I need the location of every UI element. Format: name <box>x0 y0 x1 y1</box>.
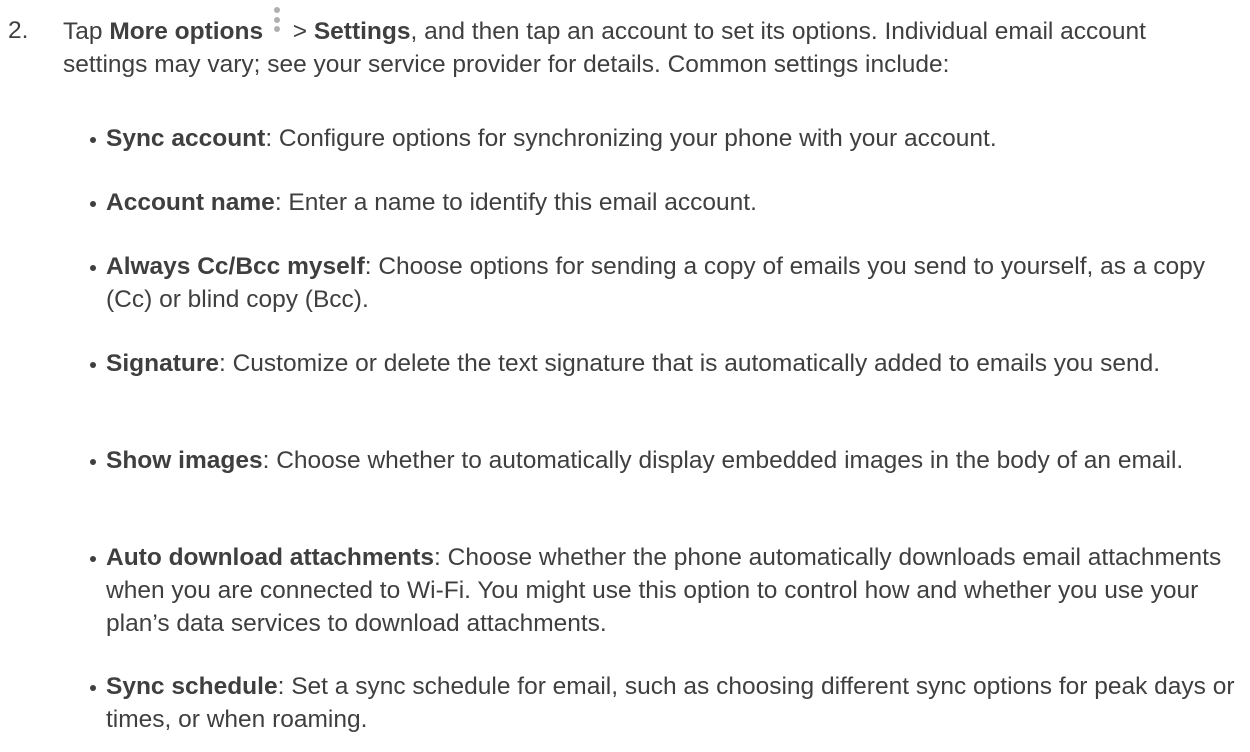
more-options-label: More options <box>109 18 264 45</box>
bullet-icon <box>90 265 96 271</box>
vertical-ellipsis-icon <box>272 7 282 40</box>
bullet-icon <box>90 201 96 207</box>
setting-term: Auto download attachments <box>106 544 435 571</box>
setting-description: : Choose whether to automatically displa… <box>262 447 1184 474</box>
list-item-text: Sync schedule: Set a sync schedule for e… <box>106 670 1236 736</box>
setting-description: : Customize or delete the text signature… <box>219 350 1161 377</box>
bullet-icon <box>90 556 96 562</box>
setting-term: Show images <box>106 447 263 474</box>
bullet-icon <box>90 362 96 368</box>
setting-term: Sync schedule <box>106 673 278 700</box>
step-number: 2. <box>8 17 29 44</box>
list-item-text: Account name: Enter a name to identify t… <box>106 186 1236 219</box>
setting-term: Account name <box>106 189 275 216</box>
step-2: 2. Tap More options > Settings, and then… <box>0 7 1230 81</box>
list-item-text: Signature: Customize or delete the text … <box>106 347 1236 380</box>
step-instruction: Tap More options > Settings, and then ta… <box>63 7 1223 81</box>
step-text-part1: Tap <box>63 18 110 45</box>
setting-description: : Configure options for synchronizing yo… <box>265 125 997 152</box>
list-item-text: Auto download attachments: Choose whethe… <box>106 541 1236 640</box>
bullet-icon <box>90 459 96 465</box>
bullet-icon <box>90 685 96 691</box>
setting-term: Signature <box>106 350 219 377</box>
setting-term: Always Cc/Bcc myself <box>106 253 365 280</box>
step-text-part2: > <box>285 18 314 45</box>
settings-label: Settings <box>313 18 411 45</box>
document-page: 2. Tap More options > Settings, and then… <box>0 0 1250 752</box>
list-item-text: Show images: Choose whether to automatic… <box>106 444 1236 477</box>
list-item-text: Always Cc/Bcc myself: Choose options for… <box>106 250 1236 316</box>
bullet-icon <box>90 137 96 143</box>
setting-description: : Enter a name to identify this email ac… <box>274 189 757 216</box>
list-item-text: Sync account: Configure options for sync… <box>106 122 1236 155</box>
setting-term: Sync account <box>106 125 266 152</box>
